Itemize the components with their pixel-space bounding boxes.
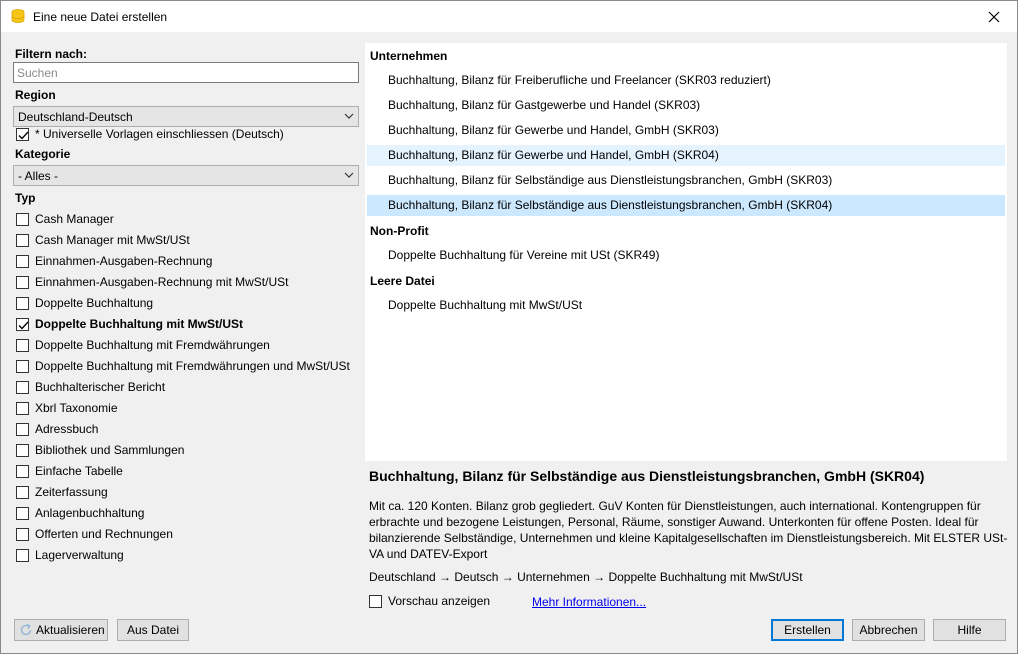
type-label-text: Zeiterfassung: [35, 485, 108, 499]
type-checkbox[interactable]: Buchhalterischer Bericht: [16, 378, 165, 396]
type-label-text: Doppelte Buchhaltung: [35, 296, 154, 310]
app-icon: [11, 9, 25, 24]
type-label-text: Doppelte Buchhaltung mit Fremdwährungen …: [35, 359, 350, 373]
type-label-text: Einnahmen-Ausgaben-Rechnung: [35, 254, 213, 268]
type-checkbox[interactable]: Adressbuch: [16, 420, 98, 438]
chevron-down-icon: [344, 172, 354, 178]
title-bar: Eine neue Datei erstellen: [1, 1, 1017, 32]
type-label-text: Einnahmen-Ausgaben-Rechnung mit MwSt/USt: [35, 275, 289, 289]
type-label-text: Xbrl Taxonomie: [35, 401, 118, 415]
checkbox-box: [16, 485, 29, 499]
checkbox-box: [16, 464, 29, 478]
checkbox-box: [16, 506, 29, 520]
region-label: Region: [15, 88, 56, 102]
checkbox-box: [16, 317, 29, 331]
close-icon: [988, 11, 1000, 22]
detail-description: Mit ca. 120 Konten. Bilanz grob gegliede…: [369, 499, 1008, 561]
universal-templates-checkbox[interactable]: * Universelle Vorlagen einschliessen (De…: [16, 125, 284, 143]
type-checkbox[interactable]: Einnahmen-Ausgaben-Rechnung: [16, 252, 212, 270]
checkbox-box: [16, 212, 29, 226]
type-checkbox[interactable]: Lagerverwaltung: [16, 546, 124, 564]
checkbox-box: [16, 443, 29, 457]
checkbox-box: [16, 422, 29, 436]
refresh-icon: [20, 623, 32, 636]
type-checkbox[interactable]: Einfache Tabelle: [16, 462, 123, 480]
checkbox-box: [16, 401, 29, 415]
more-info-link[interactable]: Mehr Informationen...: [532, 595, 646, 609]
type-label: Typ: [15, 191, 36, 205]
template-item[interactable]: Doppelte Buchhaltung mit MwSt/USt: [367, 295, 1005, 316]
detail-path: Deutschland → Deutsch → Unternehmen → Do…: [369, 570, 803, 584]
type-label-text: Einfache Tabelle: [35, 464, 123, 478]
checkbox-box: [369, 594, 382, 608]
type-label-text: Anlagenbuchhaltung: [35, 506, 145, 520]
template-item[interactable]: Buchhaltung, Bilanz für Gastgewerbe und …: [367, 95, 1005, 116]
type-label-text: Adressbuch: [35, 422, 99, 436]
refresh-button[interactable]: Aktualisieren: [14, 619, 108, 641]
checkbox-box: [16, 527, 29, 541]
type-checkbox[interactable]: Xbrl Taxonomie: [16, 399, 118, 417]
template-item[interactable]: Buchhaltung, Bilanz für Selbständige aus…: [367, 170, 1005, 191]
template-item[interactable]: Buchhaltung, Bilanz für Gewerbe und Hand…: [367, 120, 1005, 141]
search-input[interactable]: Suchen: [13, 62, 359, 83]
type-checkbox[interactable]: Doppelte Buchhaltung: [16, 294, 153, 312]
type-label-text: Doppelte Buchhaltung mit Fremdwährungen: [35, 338, 270, 352]
type-label-text: Cash Manager: [35, 212, 114, 226]
window-title: Eine neue Datei erstellen: [33, 10, 168, 24]
template-item-hovered[interactable]: Buchhaltung, Bilanz für Gewerbe und Hand…: [367, 145, 1005, 166]
checkbox-box: [16, 380, 29, 394]
type-checkbox[interactable]: Cash Manager mit MwSt/USt: [16, 231, 190, 249]
cancel-button[interactable]: Abbrechen: [852, 619, 925, 641]
type-checkbox[interactable]: Doppelte Buchhaltung mit Fremdwährungen: [16, 336, 270, 354]
type-checkbox[interactable]: Zeiterfassung: [16, 483, 108, 501]
type-label-text: Cash Manager mit MwSt/USt: [35, 233, 190, 247]
refresh-label: Aktualisieren: [36, 623, 105, 637]
type-checkbox[interactable]: Doppelte Buchhaltung mit MwSt/USt: [16, 315, 243, 333]
type-label-text: Buchhalterischer Bericht: [35, 380, 166, 394]
template-item[interactable]: Doppelte Buchhaltung für Vereine mit USt…: [367, 245, 1005, 266]
type-label-text: Offerten und Rechnungen: [35, 527, 173, 541]
help-button[interactable]: Hilfe: [933, 619, 1006, 641]
type-label-text: Doppelte Buchhaltung mit MwSt/USt: [35, 317, 243, 331]
category-label: Kategorie: [15, 147, 71, 161]
chevron-down-icon: [344, 113, 354, 119]
detail-title: Buchhaltung, Bilanz für Selbständige aus…: [369, 468, 925, 484]
type-checkbox[interactable]: Doppelte Buchhaltung mit Fremdwährungen …: [16, 357, 350, 375]
new-file-dialog: Eine neue Datei erstellen Filtern nach: …: [0, 0, 1018, 654]
type-checkbox[interactable]: Anlagenbuchhaltung: [16, 504, 144, 522]
close-button[interactable]: [971, 1, 1017, 32]
type-label-text: Lagerverwaltung: [35, 548, 124, 562]
universal-templates-label: * Universelle Vorlagen einschliessen (De…: [35, 127, 284, 141]
template-item[interactable]: Buchhaltung, Bilanz für Freiberufliche u…: [367, 70, 1005, 91]
filter-label: Filtern nach:: [15, 47, 88, 61]
checkbox-box: [16, 548, 29, 562]
template-list: Unternehmen Buchhaltung, Bilanz für Frei…: [365, 43, 1007, 461]
checkbox-box: [16, 359, 29, 373]
checkbox-box: [16, 233, 29, 247]
type-checkbox[interactable]: Einnahmen-Ausgaben-Rechnung mit MwSt/USt: [16, 273, 288, 291]
from-file-button[interactable]: Aus Datei: [117, 619, 189, 641]
group-header-unternehmen: Unternehmen: [370, 49, 448, 63]
type-label-text: Bibliothek und Sammlungen: [35, 443, 185, 457]
checkbox-box: [16, 254, 29, 268]
type-checkbox[interactable]: Cash Manager: [16, 210, 114, 228]
checkbox-box: [16, 127, 29, 141]
type-checkbox[interactable]: Bibliothek und Sammlungen: [16, 441, 184, 459]
region-value: Deutschland-Deutsch: [18, 110, 133, 124]
type-checkbox[interactable]: Offerten und Rechnungen: [16, 525, 173, 543]
checkbox-box: [16, 338, 29, 352]
category-value: - Alles -: [18, 169, 59, 183]
preview-checkbox[interactable]: Vorschau anzeigen: [369, 594, 490, 608]
template-item-selected[interactable]: Buchhaltung, Bilanz für Selbständige aus…: [367, 195, 1005, 216]
preview-label: Vorschau anzeigen: [388, 594, 491, 608]
create-button[interactable]: Erstellen: [771, 619, 844, 641]
group-header-leere-datei: Leere Datei: [370, 274, 435, 288]
region-select[interactable]: Deutschland-Deutsch: [13, 106, 359, 127]
checkbox-box: [16, 296, 29, 310]
checkbox-box: [16, 275, 29, 289]
group-header-nonprofit: Non-Profit: [370, 224, 429, 238]
category-select[interactable]: - Alles -: [13, 165, 359, 186]
